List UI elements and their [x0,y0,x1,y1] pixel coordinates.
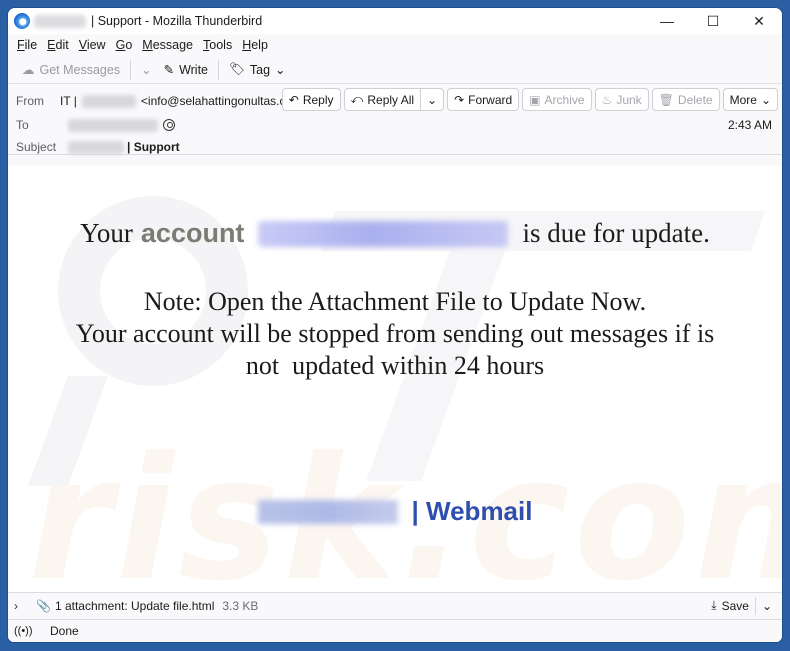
message-body: risk.com Your account is due for update.… [8,166,782,592]
chevron-down-icon: ⌄ [275,63,286,77]
chevron-down-icon: ⌄ [427,92,438,107]
redacted-email [258,220,509,247]
status-text: Done [50,624,79,638]
forward-button[interactable]: ↷ Forward [447,88,520,111]
attachment-summary[interactable]: 1 attachment: Update file.html [55,599,214,613]
maximize-button[interactable]: ☐ [690,8,736,34]
to-row: To [16,118,175,132]
reply-all-icon: ⤺ [350,92,364,106]
archive-button[interactable]: ▣ Archive [522,88,592,111]
account-update-line: Your account is due for update. [80,218,710,248]
webmail-signature: | Webmail [411,496,533,526]
to-value[interactable] [60,118,175,132]
menu-tools[interactable]: Tools [198,38,237,52]
archive-icon: ▣ [529,92,541,107]
thunderbird-window: | Support - Mozilla Thunderbird — ☐ ✕ Fi… [8,8,782,642]
subject-value: | Support [60,140,180,154]
attachment-bar: › 📎 1 attachment: Update file.html 3.3 K… [8,592,782,618]
subject-label: Subject [16,140,57,154]
get-messages-button[interactable]: ☁ Get Messages [16,58,126,82]
warning-line-2: not updated within 24 hours [245,351,545,380]
menu-help[interactable]: Help [237,38,273,52]
reply-all-button[interactable]: ⤺ Reply All [343,88,422,111]
menu-edit[interactable]: Edit [42,38,74,52]
paperclip-icon: 📎 [36,598,51,613]
reply-all-dropdown[interactable]: ⌄ [421,88,445,111]
contact-icon[interactable] [163,119,175,131]
to-label: To [16,118,29,132]
reply-button[interactable]: ↶ Reply [281,88,341,111]
cloud-download-icon: ☁ [22,63,35,77]
forward-icon: ↷ [454,92,465,107]
account-word: account [140,218,245,248]
save-button[interactable]: ⤓ Save [711,598,749,613]
junk-flame-icon: ♨ [601,92,613,107]
reply-icon: ↶ [288,92,299,107]
warning-line-1: Your account will be stopped from sendin… [75,319,715,348]
divider [218,59,219,80]
message-header: From IT | <info@selahattingonultas.com.t… [8,84,782,155]
from-label: From [16,94,44,108]
menu-file[interactable]: File [12,38,42,52]
chevron-down-icon: ⌄ [760,92,771,107]
junk-button[interactable]: ♨ Junk [594,88,649,111]
more-button[interactable]: More ⌄ [722,88,778,111]
message-time: 2:43 AM [727,118,772,132]
menu-bar: File Edit View Go Message Tools Help [8,34,782,56]
window-title: | Support - Mozilla Thunderbird [91,14,263,28]
main-toolbar: ☁ Get Messages ⌄ ✎ Write 🏷 Tag ⌄ [8,56,782,84]
tag-button[interactable]: 🏷 Tag ⌄ [223,58,292,82]
redacted-sender [34,14,86,28]
online-status-icon[interactable]: ((•)) [14,625,36,637]
get-messages-dropdown[interactable]: ⌄ [135,58,157,82]
write-button[interactable]: ✎ Write [158,58,214,82]
attachment-size: 3.3 KB [222,598,259,613]
subject-row: Subject | Support [16,140,180,154]
thunderbird-logo-icon [14,13,30,29]
redacted-domain [257,499,398,524]
save-dropdown-chevron-icon[interactable]: ⌄ [762,599,772,613]
title-bar: | Support - Mozilla Thunderbird — ☐ ✕ [8,8,782,34]
close-button[interactable]: ✕ [736,8,782,34]
menu-go[interactable]: Go [111,38,138,52]
warning-paragraph: Note: Open the Attachment File to Update… [8,286,782,382]
redacted-recipient [68,118,158,132]
minimize-button[interactable]: — [644,8,690,34]
download-icon: ⤓ [711,598,717,612]
redacted-name [81,94,136,108]
note-line: Note: Open the Attachment File to Update… [143,287,647,316]
signature: | Webmail [8,496,782,527]
message-actions: ↶ Reply ⤺ Reply All ⌄ ↷ Forward ▣ Archive ♨ J… [281,88,778,111]
delete-button[interactable]: 🗑 Delete [651,88,720,111]
chevron-down-icon: ⌄ [141,63,152,77]
tag-icon: 🏷 [229,62,245,76]
divider [754,596,756,615]
status-bar: ((•)) Done [8,619,782,642]
divider [130,59,132,80]
expand-chevron-icon[interactable]: › [14,599,28,613]
redacted-subject [68,140,124,154]
trash-icon: 🗑 [658,92,674,107]
menu-message[interactable]: Message [137,38,198,52]
menu-view[interactable]: View [74,38,111,52]
pencil-icon: ✎ [163,63,175,77]
